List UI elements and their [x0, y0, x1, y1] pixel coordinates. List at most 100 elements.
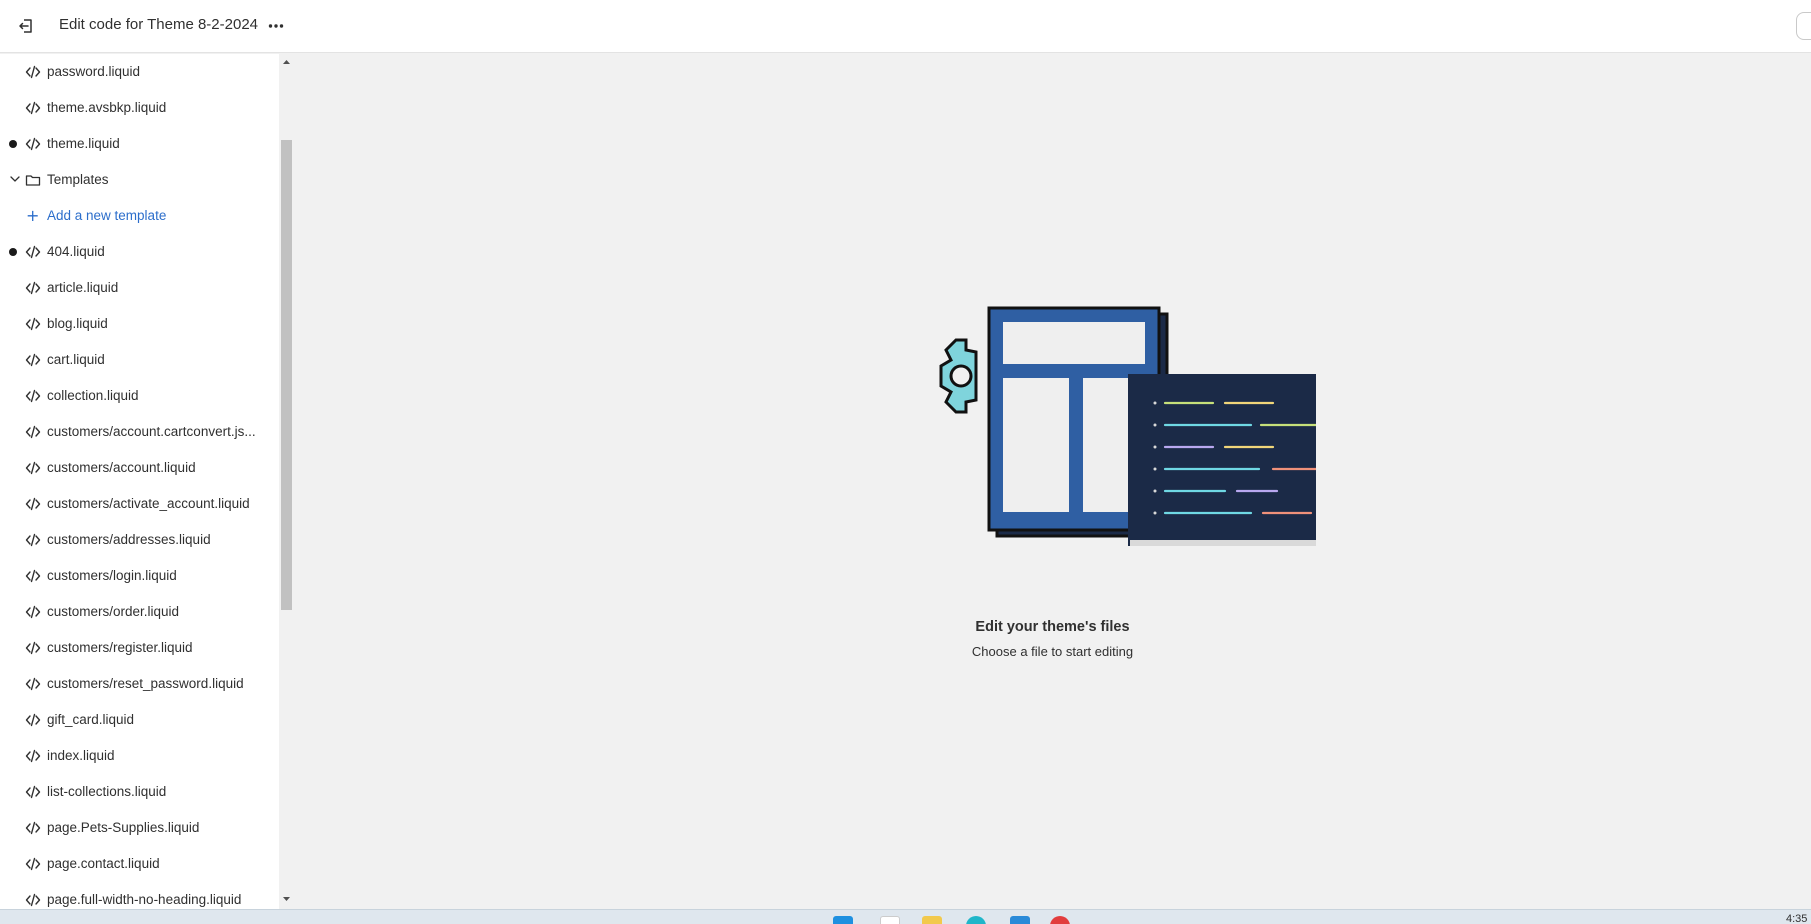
editor-main: Edit your theme's files Choose a file to…: [294, 54, 1811, 909]
chrome-icon[interactable]: [1050, 916, 1070, 924]
scroll-up-arrow-icon[interactable]: [279, 57, 294, 67]
file-sidebar: password.liquid theme.avsbkp.liquid theme.…: [0, 54, 279, 909]
unsaved-dot-icon: [9, 248, 17, 256]
scrollbar-thumb[interactable]: [281, 140, 292, 610]
code-icon: [25, 388, 41, 404]
item-label: cart.liquid: [47, 352, 105, 367]
code-icon: [25, 352, 41, 368]
code-icon: [25, 568, 41, 584]
item-label: page.contact.liquid: [47, 856, 160, 871]
item-label: customers/login.liquid: [47, 568, 177, 583]
store-icon[interactable]: [1010, 916, 1030, 924]
os-taskbar: 4:35: [0, 909, 1811, 924]
more-actions-button[interactable]: [262, 12, 290, 40]
item-label: article.liquid: [47, 280, 119, 295]
file-item[interactable]: 404.liquid: [0, 234, 279, 270]
item-label: list-collections.liquid: [47, 784, 167, 799]
file-item[interactable]: customers/reset_password.liquid: [0, 666, 279, 702]
code-icon: [25, 748, 41, 764]
more-horizontal-icon: [268, 24, 284, 28]
item-label: customers/account.liquid: [47, 460, 196, 475]
file-item[interactable]: page.Pets-Supplies.liquid: [0, 810, 279, 846]
file-item[interactable]: blog.liquid: [0, 306, 279, 342]
code-icon: [25, 136, 41, 152]
item-label: collection.liquid: [47, 388, 139, 403]
item-label: index.liquid: [47, 748, 115, 763]
code-icon: [25, 64, 41, 80]
item-label: customers/register.liquid: [47, 640, 193, 655]
code-icon: [25, 424, 41, 440]
code-icon: [25, 532, 41, 548]
code-icon: [25, 316, 41, 332]
item-label: gift_card.liquid: [47, 712, 135, 727]
top-bar: Edit code for Theme 8-2-2024: [0, 0, 1811, 53]
exit-icon: [19, 19, 32, 33]
folder-icon[interactable]: [922, 916, 942, 924]
item-label: theme.avsbkp.liquid: [47, 100, 167, 115]
item-label: theme.liquid: [47, 136, 120, 151]
file-item[interactable]: list-collections.liquid: [0, 774, 279, 810]
folder-icon: [25, 172, 41, 188]
file-item[interactable]: collection.liquid: [0, 378, 279, 414]
chevron-down-icon[interactable]: [8, 172, 22, 186]
unsaved-dot-icon: [9, 140, 17, 148]
code-icon: [25, 856, 41, 872]
code-icon: [25, 892, 41, 908]
file-item[interactable]: gift_card.liquid: [0, 702, 279, 738]
empty-state-subtitle: Choose a file to start editing: [971, 644, 1134, 659]
file-item[interactable]: customers/activate_account.liquid: [0, 486, 279, 522]
page-title: Edit code for Theme 8-2-2024: [59, 16, 259, 33]
code-icon: [25, 784, 41, 800]
folder-templates[interactable]: Templates: [0, 162, 279, 198]
sidebar-scrollbar[interactable]: [279, 54, 294, 909]
file-item[interactable]: page.full-width-no-heading.liquid: [0, 882, 279, 909]
file-item[interactable]: theme.avsbkp.liquid: [0, 90, 279, 126]
browser-edge-icon[interactable]: [966, 916, 986, 924]
item-label: customers/account.cartconvert.js...: [47, 424, 256, 439]
file-item[interactable]: customers/addresses.liquid: [0, 522, 279, 558]
code-icon: [25, 244, 41, 260]
item-label: customers/reset_password.liquid: [47, 676, 244, 691]
item-label: page.full-width-no-heading.liquid: [47, 892, 242, 907]
code-icon: [25, 712, 41, 728]
plus-icon: +: [26, 206, 40, 225]
code-icon: [25, 676, 41, 692]
clock: 4:35: [1786, 913, 1808, 924]
code-icon: [25, 460, 41, 476]
item-label: customers/order.liquid: [47, 604, 180, 619]
file-item[interactable]: page.contact.liquid: [0, 846, 279, 882]
item-label: password.liquid: [47, 64, 141, 79]
item-label: Templates: [47, 172, 109, 187]
start-menu-icon[interactable]: [833, 916, 853, 924]
file-item[interactable]: customers/register.liquid: [0, 630, 279, 666]
file-item[interactable]: article.liquid: [0, 270, 279, 306]
file-item[interactable]: index.liquid: [0, 738, 279, 774]
file-item[interactable]: customers/account.cartconvert.js...: [0, 414, 279, 450]
gear-icon: [939, 338, 978, 414]
empty-state-title: Edit your theme's files: [975, 619, 1130, 635]
item-label: customers/activate_account.liquid: [47, 496, 250, 511]
file-item[interactable]: password.liquid: [0, 54, 279, 90]
file-item[interactable]: theme.liquid: [0, 126, 279, 162]
item-label: customers/addresses.liquid: [47, 532, 211, 547]
item-label: Add a new template: [47, 208, 167, 223]
code-icon: [25, 640, 41, 656]
item-label: page.Pets-Supplies.liquid: [47, 820, 200, 835]
code-editor-illustration: [939, 306, 1316, 546]
code-icon: [25, 280, 41, 296]
scroll-down-arrow-icon[interactable]: [279, 894, 294, 904]
item-label: blog.liquid: [47, 316, 108, 331]
item-label: 404.liquid: [47, 244, 105, 259]
file-item[interactable]: customers/account.liquid: [0, 450, 279, 486]
code-icon: [25, 100, 41, 116]
add-new-template-link[interactable]: + Add a new template: [0, 198, 279, 234]
file-item[interactable]: customers/order.liquid: [0, 594, 279, 630]
exit-editor-button[interactable]: [12, 12, 40, 40]
search-icon[interactable]: [880, 916, 900, 924]
file-item[interactable]: cart.liquid: [0, 342, 279, 378]
code-icon: [25, 604, 41, 620]
file-item[interactable]: customers/login.liquid: [0, 558, 279, 594]
preview-button[interactable]: [1796, 12, 1811, 40]
code-icon: [25, 820, 41, 836]
code-icon: [25, 496, 41, 512]
